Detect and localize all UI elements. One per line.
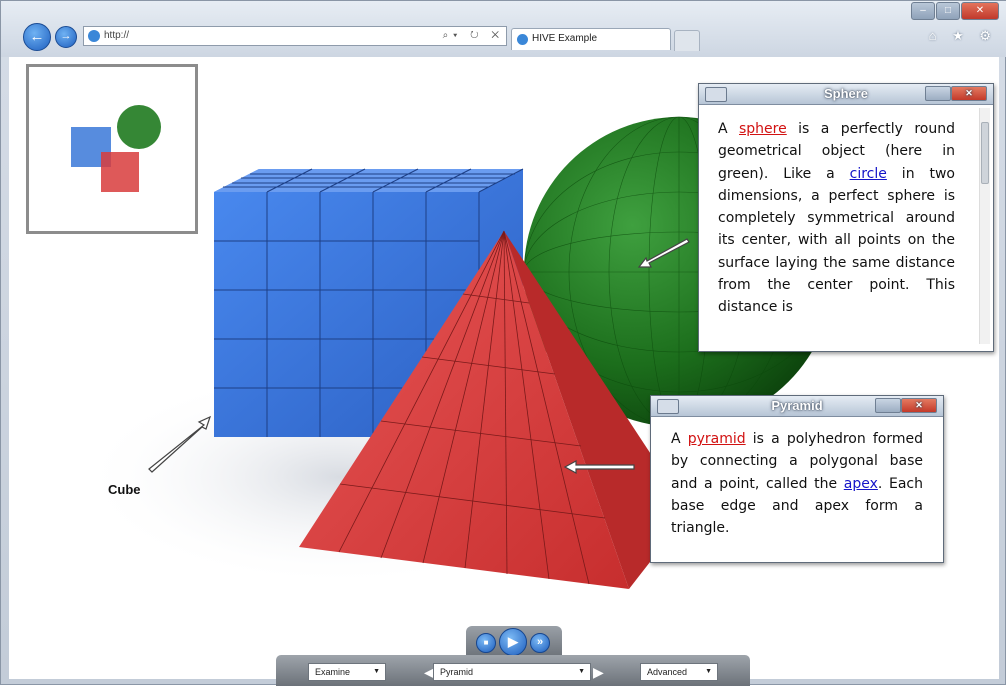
pyramid-panel-titlebar[interactable]: Pyramid ✕ — [651, 396, 943, 417]
viewpoint-select[interactable]: Pyramid ▼ — [433, 663, 591, 681]
panel-close-button[interactable]: ✕ — [951, 86, 987, 101]
pyramid-text-pre: A — [671, 431, 688, 447]
advanced-select[interactable]: Advanced ▼ — [640, 663, 718, 681]
minimap-canvas — [71, 105, 161, 192]
panel-icon[interactable] — [657, 399, 679, 414]
address-tools[interactable]: ⌕▾ ↻ ✕ — [443, 27, 504, 45]
mode-value: Examine — [315, 667, 351, 677]
browser-window: – □ ✕ ← → http:// ⌕▾ ↻ ✕ HIVE Example ⌂ … — [0, 0, 1006, 686]
panel-close-button[interactable]: ✕ — [901, 398, 937, 413]
sphere-panel-scrollbar[interactable] — [979, 108, 990, 344]
mode-select[interactable]: Examine ▼ — [308, 663, 386, 681]
minimize-button[interactable]: – — [911, 2, 935, 20]
next-viewpoint-arrow[interactable]: ▶ — [593, 663, 604, 681]
tab-title: HIVE Example — [532, 33, 598, 44]
new-tab-button[interactable] — [674, 30, 700, 51]
address-text: http:// — [104, 30, 130, 41]
panel-minimize-button[interactable] — [875, 398, 901, 413]
pyramid-panel-controls: ✕ — [875, 398, 937, 413]
tab-hive-example[interactable]: HIVE Example — [511, 28, 671, 50]
chevron-down-icon: ▼ — [578, 668, 585, 675]
chevron-down-icon: ▼ — [705, 668, 712, 675]
address-bar[interactable]: http:// ⌕▾ ↻ ✕ — [83, 26, 507, 46]
chevron-down-icon: ▼ — [373, 668, 380, 675]
scrollbar-thumb[interactable] — [981, 122, 989, 184]
panel-icon[interactable] — [705, 87, 727, 102]
sphere-text-pre: A — [718, 121, 739, 137]
pyramid-panel[interactable]: Pyramid ✕ A pyramid is a polyhedron form… — [650, 395, 944, 563]
x3d-viewport[interactable]: Cube Sphere ✕ A sphere is a perfectly ro… — [9, 57, 999, 679]
next-viewpoint-button[interactable]: » — [530, 633, 550, 653]
cube-label: Cube — [108, 482, 141, 497]
tab-page-icon — [517, 34, 528, 45]
pyramid-description: A pyramid is a polyhedron formed by conn… — [671, 428, 923, 539]
playback-controls: ■ ▶ » — [466, 626, 562, 656]
circle-link[interactable]: circle — [850, 166, 887, 182]
window-controls: – □ ✕ — [911, 2, 999, 20]
advanced-value: Advanced — [647, 667, 688, 677]
sphere-panel-controls: ✕ — [925, 86, 987, 101]
ie-page-icon — [88, 30, 100, 42]
pyramid-panel-title: Pyramid — [771, 398, 823, 413]
forward-button[interactable]: → — [55, 26, 77, 48]
stop-button[interactable]: ■ — [476, 633, 496, 653]
sphere-panel[interactable]: Sphere ✕ A sphere is a perfectly round g… — [698, 83, 994, 352]
play-button[interactable]: ▶ — [499, 628, 527, 656]
browser-toolbar: – □ ✕ ← → http:// ⌕▾ ↻ ✕ HIVE Example ⌂ … — [1, 1, 1006, 57]
sphere-panel-titlebar[interactable]: Sphere ✕ — [699, 84, 993, 105]
viewpoint-value: Pyramid — [440, 667, 474, 677]
minimap[interactable] — [26, 64, 198, 234]
browser-tools[interactable]: ⌂ ★ ⚙ — [929, 28, 997, 44]
back-button[interactable]: ← — [23, 23, 51, 51]
pyramid-link[interactable]: pyramid — [688, 431, 746, 447]
sphere-text-post: in two dimensions, a perfect sphere is c… — [718, 165, 955, 316]
sphere-link[interactable]: sphere — [739, 121, 787, 137]
panel-minimize-button[interactable] — [925, 86, 951, 101]
sphere-description: A sphere is a perfectly round geometrica… — [718, 118, 955, 319]
close-window-button[interactable]: ✕ — [961, 2, 999, 20]
navigation-bar: Examine ▼ ◀ Pyramid ▼ ▶ Advanced ▼ — [276, 655, 750, 686]
maximize-button[interactable]: □ — [936, 2, 960, 20]
sphere-panel-title: Sphere — [823, 86, 869, 101]
apex-link[interactable]: apex — [844, 476, 878, 492]
